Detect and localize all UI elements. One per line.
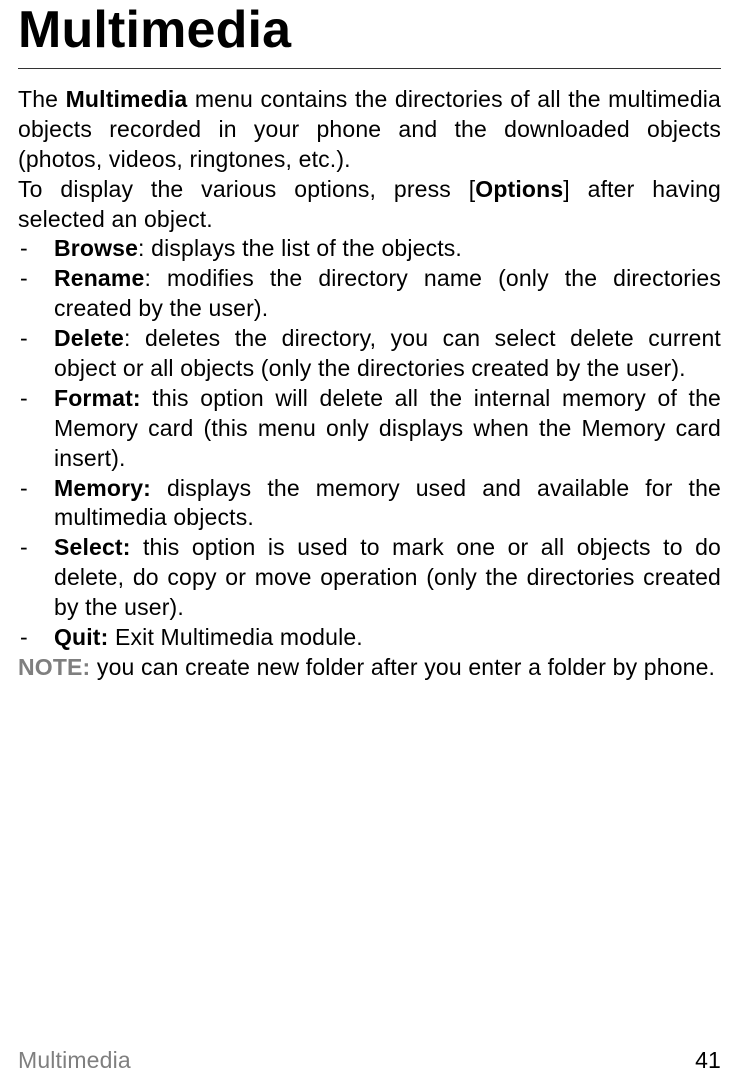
bullet-dash: - xyxy=(20,384,28,414)
item-sep xyxy=(131,534,143,560)
item-term: Quit: xyxy=(54,624,108,650)
item-sep: : xyxy=(124,325,145,351)
intro-bold-multimedia: Multimedia xyxy=(66,86,188,112)
bullet-dash: - xyxy=(20,533,28,563)
item-sep: : xyxy=(138,235,151,261)
options-list: - Browse: displays the list of the objec… xyxy=(18,234,721,652)
note-paragraph: NOTE: you can create new folder after yo… xyxy=(18,653,721,683)
intro-bold-options: Options xyxy=(475,176,563,202)
title-divider xyxy=(18,68,721,69)
item-desc: this option is used to mark one or all o… xyxy=(54,534,721,620)
list-item: - Memory: displays the memory used and a… xyxy=(18,474,721,534)
item-desc: deletes the directory, you can select de… xyxy=(54,325,721,381)
footer-section-name: Multimedia xyxy=(18,1047,131,1074)
page-title: Multimedia xyxy=(18,0,721,68)
intro-paragraph-1: The Multimedia menu contains the directo… xyxy=(18,85,721,175)
bullet-dash: - xyxy=(20,623,28,653)
item-term: Rename xyxy=(54,265,144,291)
item-term: Format: xyxy=(54,385,141,411)
intro-text: The xyxy=(18,86,66,112)
list-item: - Browse: displays the list of the objec… xyxy=(18,234,721,264)
bullet-dash: - xyxy=(20,474,28,504)
page-footer: Multimedia 41 xyxy=(18,1047,721,1074)
footer-page-number: 41 xyxy=(695,1047,721,1074)
bullet-dash: - xyxy=(20,324,28,354)
bullet-dash: - xyxy=(20,234,28,264)
list-item: - Rename: modifies the directory name (o… xyxy=(18,264,721,324)
item-sep xyxy=(151,475,167,501)
list-item: - Quit: Exit Multimedia module. xyxy=(18,623,721,653)
item-sep xyxy=(141,385,153,411)
note-label: NOTE: xyxy=(18,654,90,680)
note-text: you can create new folder after you ente… xyxy=(90,654,715,680)
list-item: - Format: this option will delete all th… xyxy=(18,384,721,474)
item-term: Memory: xyxy=(54,475,151,501)
item-term: Browse xyxy=(54,235,138,261)
list-item: - Select: this option is used to mark on… xyxy=(18,533,721,623)
intro-text: To display the various options, press [ xyxy=(18,176,475,202)
intro-paragraph-2: To display the various options, press [O… xyxy=(18,175,721,235)
item-term: Select: xyxy=(54,534,131,560)
list-item: - Delete: deletes the directory, you can… xyxy=(18,324,721,384)
item-term: Delete xyxy=(54,325,124,351)
item-desc: Exit Multimedia module. xyxy=(115,624,363,650)
bullet-dash: - xyxy=(20,264,28,294)
item-sep: : xyxy=(144,265,167,291)
item-desc: this option will delete all the internal… xyxy=(54,385,721,471)
item-desc: displays the list of the objects. xyxy=(151,235,462,261)
